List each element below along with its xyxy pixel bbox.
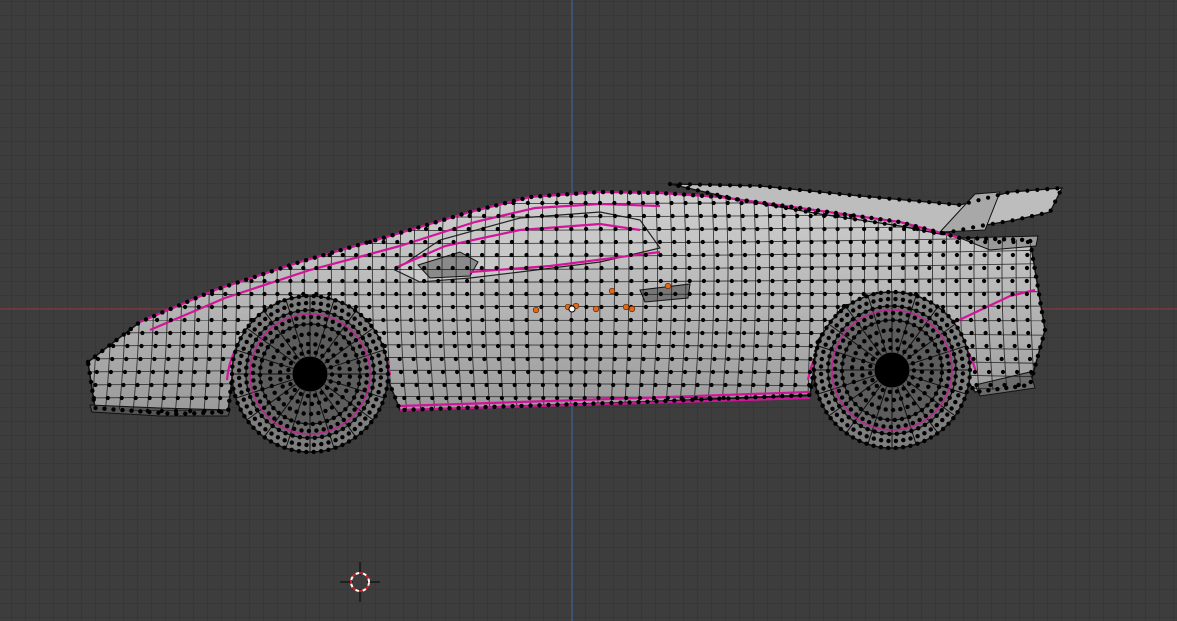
viewport-scene[interactable]: [0, 0, 1177, 621]
car-mesh[interactable]: [80, 180, 1064, 455]
3d-viewport[interactable]: [0, 0, 1177, 621]
3d-cursor-icon[interactable]: [340, 562, 380, 602]
active-vertex[interactable]: [568, 305, 576, 313]
